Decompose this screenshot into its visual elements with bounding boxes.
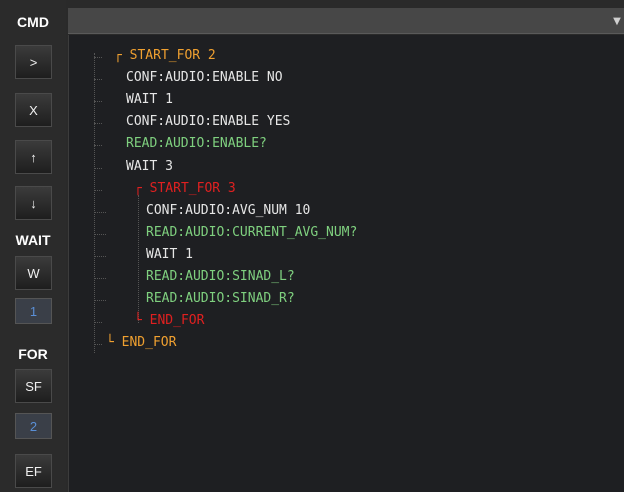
- code-line[interactable]: └ END_FOR: [106, 333, 176, 353]
- end-for-button[interactable]: EF: [15, 454, 52, 488]
- wait-value-input[interactable]: 1: [15, 298, 52, 324]
- move-down-button[interactable]: ↓: [15, 186, 52, 220]
- tree-connector: [94, 57, 102, 58]
- tree-connector: [94, 322, 102, 324]
- code-line[interactable]: WAIT 1: [146, 245, 193, 265]
- code-line[interactable]: ┌ START_FOR 3: [134, 179, 236, 199]
- delete-button[interactable]: X: [15, 93, 52, 127]
- run-button[interactable]: >: [15, 45, 52, 79]
- start-for-button[interactable]: SF: [15, 369, 52, 403]
- cmd-section-title: CMD: [17, 14, 49, 30]
- tree-connector: [94, 211, 106, 213]
- for-section-title: FOR: [18, 346, 48, 362]
- code-line[interactable]: CONF:AUDIO:AVG_NUM 10: [146, 201, 310, 221]
- tree-connector: [94, 123, 102, 125]
- tree-connector: [94, 101, 102, 103]
- wait-button[interactable]: W: [15, 256, 52, 290]
- code-line[interactable]: └ END_FOR: [134, 311, 204, 331]
- tree-connector: [94, 167, 102, 169]
- code-line[interactable]: READ:AUDIO:ENABLE?: [126, 134, 267, 154]
- tree-connector: [94, 145, 102, 147]
- code-line[interactable]: WAIT 1: [126, 90, 173, 110]
- command-sidebar: CMD > X ↑ ↓ WAIT W 1 FOR SF 2 EF: [0, 0, 66, 492]
- code-line[interactable]: CONF:AUDIO:ENABLE NO: [126, 68, 283, 88]
- for-value-input[interactable]: 2: [15, 413, 52, 439]
- move-up-button[interactable]: ↑: [15, 140, 52, 174]
- tree-guide-line: [94, 53, 95, 353]
- tree-connector: [94, 278, 106, 279]
- chevron-down-icon[interactable]: ▼: [610, 8, 624, 34]
- code-line[interactable]: WAIT 3: [126, 157, 173, 177]
- code-line[interactable]: ┌ START_FOR 2: [114, 46, 216, 66]
- wait-section-title: WAIT: [15, 232, 51, 248]
- code-line[interactable]: CONF:AUDIO:ENABLE YES: [126, 112, 290, 132]
- script-tree-panel[interactable]: ┌ START_FOR 2 CONF:AUDIO:ENABLE NO WAIT 1C…: [68, 35, 624, 492]
- tree-connector: [94, 344, 102, 346]
- tree-connector: [94, 300, 106, 302]
- code-line[interactable]: READ:AUDIO:SINAD_R?: [146, 289, 295, 309]
- tree-connector: [94, 189, 102, 191]
- tree-guide-line: [138, 195, 139, 323]
- tree-connector: [94, 79, 102, 81]
- code-line[interactable]: READ:AUDIO:SINAD_L?: [146, 267, 295, 287]
- tree-connector: [94, 255, 106, 257]
- command-dropdown[interactable]: ▼: [68, 8, 624, 34]
- tree-connector: [94, 233, 106, 235]
- code-line[interactable]: READ:AUDIO:CURRENT_AVG_NUM?: [146, 223, 357, 243]
